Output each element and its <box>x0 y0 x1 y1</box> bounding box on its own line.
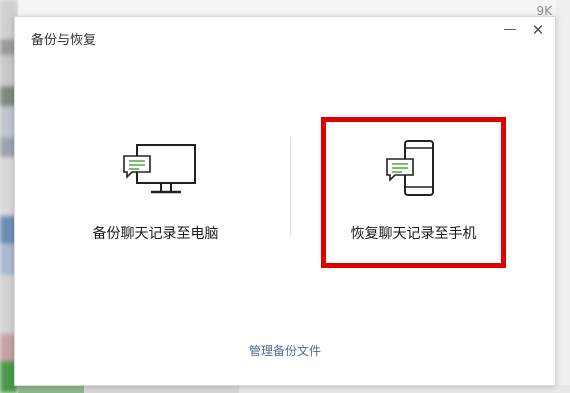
backup-to-pc-label: 备份聊天记录至电脑 <box>92 226 219 242</box>
background-right <box>556 0 570 393</box>
backup-to-pc-option[interactable]: 备份聊天记录至电脑 <box>63 117 248 267</box>
restore-to-phone-option[interactable]: 恢复聊天记录至手机 <box>321 117 506 267</box>
manage-backup-files-link[interactable]: 管理备份文件 <box>15 342 555 359</box>
dialog-title: 备份与恢复 <box>31 33 97 48</box>
background-top <box>18 0 570 16</box>
monitor-chat-icon <box>122 144 196 194</box>
restore-to-phone-label: 恢复聊天记录至手机 <box>350 226 477 242</box>
backup-restore-dialog: 备份与恢复 — ✕ 备份聊天记录至电脑 恢复聊天记录至手机 管理备份文件 <box>14 16 556 386</box>
background-bottom-blur <box>18 385 570 393</box>
close-button[interactable]: ✕ <box>529 21 547 39</box>
options-divider <box>290 137 291 237</box>
phone-chat-icon <box>385 140 434 196</box>
minimize-button[interactable]: — <box>501 21 519 39</box>
